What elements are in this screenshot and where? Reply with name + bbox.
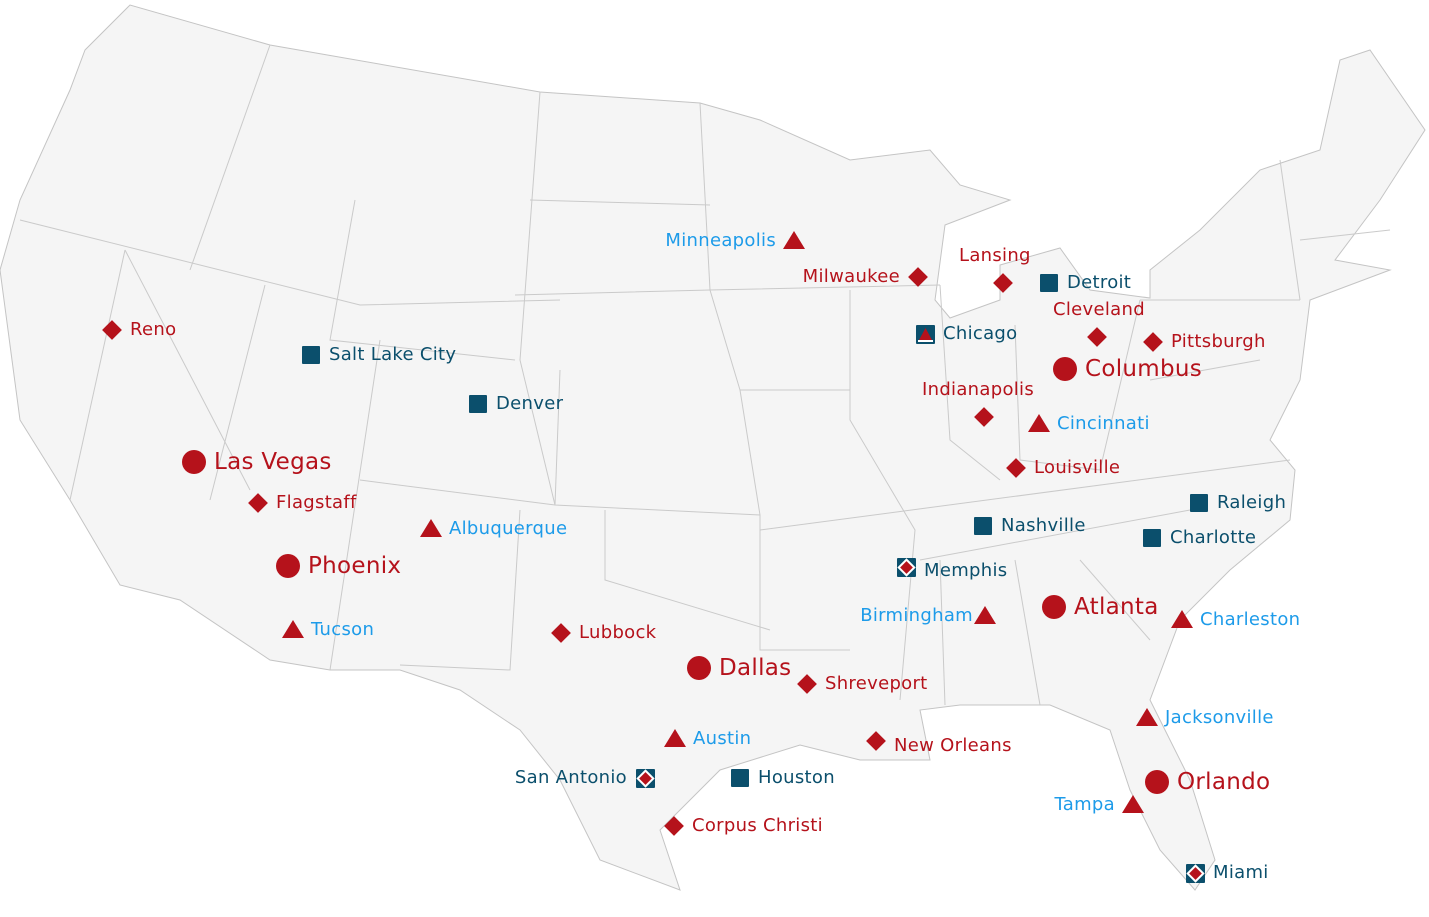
square-icon	[1140, 526, 1164, 550]
triangle-icon	[782, 229, 806, 253]
city-label[interactable]: Houston	[758, 767, 835, 789]
city-label[interactable]: Reno	[130, 319, 176, 341]
city-label[interactable]: Cleveland	[1053, 299, 1145, 321]
diamond-icon	[100, 318, 124, 342]
city-label[interactable]: Lansing	[959, 245, 1031, 267]
triangle-icon	[281, 618, 305, 642]
square-diamond-icon	[1183, 861, 1207, 885]
diamond-icon	[795, 672, 819, 696]
diamond-icon	[662, 814, 686, 838]
city-label[interactable]: Pittsburgh	[1171, 331, 1266, 353]
city-label[interactable]: Dallas	[719, 654, 791, 682]
square-diamond-icon	[633, 766, 657, 790]
city-label[interactable]: Nashville	[1001, 515, 1086, 537]
city-label[interactable]: Phoenix	[308, 552, 401, 580]
triangle-icon	[973, 604, 997, 628]
city-label[interactable]: Lubbock	[579, 622, 656, 644]
city-label[interactable]: Memphis	[924, 560, 1007, 582]
diamond-icon	[906, 265, 930, 289]
diamond-icon	[864, 729, 888, 753]
square-icon	[466, 392, 490, 416]
city-label[interactable]: Raleigh	[1217, 492, 1286, 514]
circle-icon	[182, 450, 206, 474]
city-label[interactable]: Denver	[496, 393, 563, 415]
square-icon	[1037, 271, 1061, 295]
square-triangle-icon	[913, 322, 937, 346]
square-diamond-icon	[894, 555, 918, 579]
city-label[interactable]: Chicago	[943, 323, 1017, 345]
circle-icon	[1053, 357, 1077, 381]
diamond-icon	[1085, 325, 1109, 349]
city-label[interactable]: New Orleans	[894, 735, 1012, 757]
triangle-icon	[1170, 608, 1194, 632]
city-label[interactable]: Milwaukee	[803, 266, 900, 288]
city-label[interactable]: Flagstaff	[276, 492, 357, 514]
city-label[interactable]: Minneapolis	[665, 230, 776, 252]
city-label[interactable]: Austin	[693, 728, 751, 750]
circle-icon	[276, 554, 300, 578]
city-label[interactable]: Indianapolis	[922, 379, 1034, 401]
diamond-icon	[1004, 456, 1028, 480]
triangle-icon	[1135, 706, 1159, 730]
city-label[interactable]: Tampa	[1054, 794, 1115, 816]
triangle-icon	[1121, 793, 1145, 817]
city-label[interactable]: Detroit	[1067, 272, 1131, 294]
city-label[interactable]: Charleston	[1200, 609, 1300, 631]
diamond-icon	[972, 405, 996, 429]
triangle-icon	[419, 517, 443, 541]
city-label[interactable]: San Antonio	[515, 767, 627, 789]
square-icon	[299, 343, 323, 367]
square-icon	[971, 514, 995, 538]
city-label[interactable]: Louisville	[1034, 457, 1120, 479]
city-label[interactable]: Salt Lake City	[329, 344, 456, 366]
square-icon	[1187, 491, 1211, 515]
diamond-icon	[549, 621, 573, 645]
city-label[interactable]: Miami	[1213, 862, 1269, 884]
circle-icon	[687, 656, 711, 680]
city-label[interactable]: Charlotte	[1170, 527, 1256, 549]
triangle-icon	[1027, 412, 1051, 436]
city-label[interactable]: Tucson	[311, 619, 374, 641]
diamond-icon	[246, 491, 270, 515]
city-label[interactable]: Shreveport	[825, 673, 928, 695]
circle-icon	[1145, 770, 1169, 794]
city-label[interactable]: Cincinnati	[1057, 413, 1150, 435]
circle-icon	[1042, 595, 1066, 619]
square-icon	[728, 766, 752, 790]
triangle-icon	[663, 727, 687, 751]
city-label[interactable]: Columbus	[1085, 355, 1202, 383]
diamond-icon	[991, 271, 1015, 295]
city-label[interactable]: Jacksonville	[1165, 707, 1274, 729]
city-label[interactable]: Atlanta	[1074, 593, 1159, 621]
city-label[interactable]: Las Vegas	[214, 448, 332, 476]
city-label[interactable]: Birmingham	[860, 605, 973, 627]
city-label[interactable]: Albuquerque	[449, 518, 567, 540]
diamond-icon	[1141, 330, 1165, 354]
city-label[interactable]: Corpus Christi	[692, 815, 823, 837]
city-label[interactable]: Orlando	[1177, 768, 1270, 796]
